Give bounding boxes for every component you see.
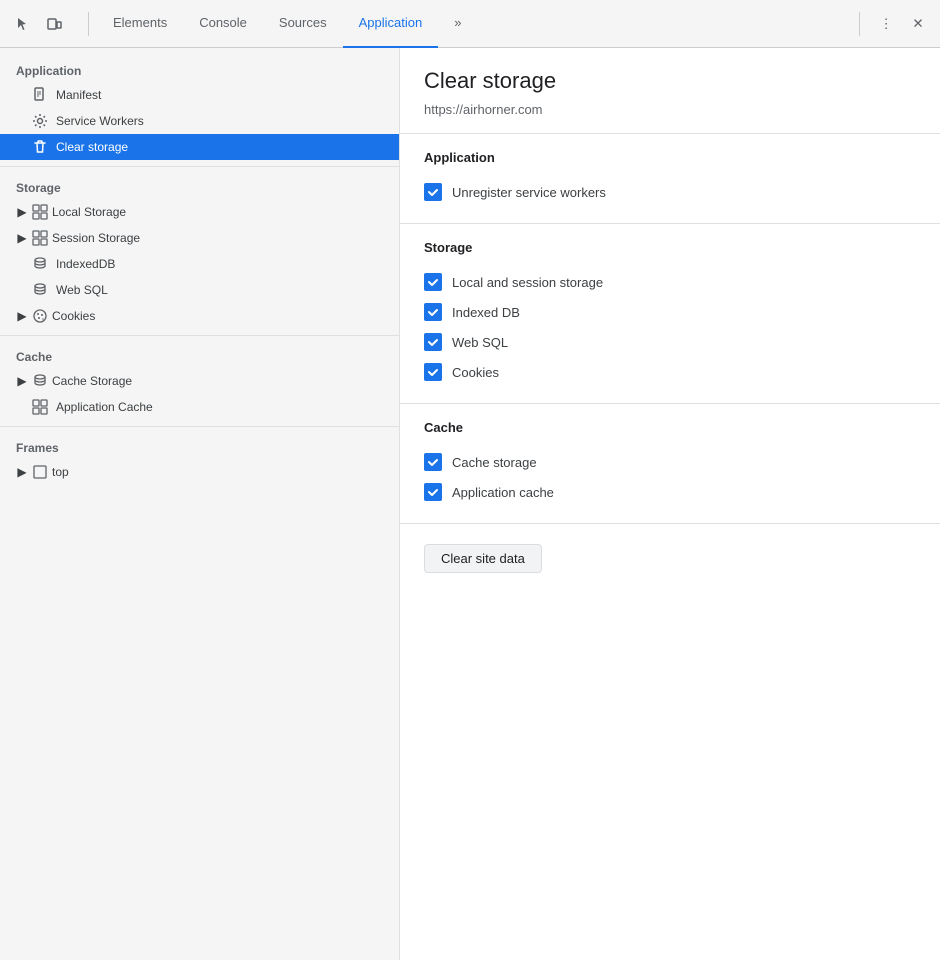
- arrow-icon-cache: ▶: [16, 375, 28, 387]
- sidebar-divider-3: [0, 426, 399, 427]
- tab-bar: Elements Console Sources Application »: [97, 0, 851, 48]
- checkbox-row-cache-storage: Cache storage: [424, 447, 916, 477]
- close-button[interactable]: ✕: [904, 10, 932, 38]
- checkbox-row-app-cache: Application cache: [424, 477, 916, 507]
- checkbox-row-cookies: Cookies: [424, 357, 916, 387]
- clear-site-data-button[interactable]: Clear site data: [424, 544, 542, 573]
- sidebar-section-application-label: Application: [0, 56, 399, 82]
- page-title: Clear storage: [424, 68, 916, 94]
- db-icon-indexed: [32, 256, 48, 272]
- checkbox-unregister-sw[interactable]: [424, 183, 442, 201]
- sidebar-item-manifest[interactable]: Manifest: [0, 82, 399, 108]
- content-panel: Clear storage https://airhorner.com Appl…: [400, 48, 940, 960]
- content-section-application: Application Unregister service workers: [400, 134, 940, 224]
- checkbox-label-local-session: Local and session storage: [452, 275, 603, 290]
- trash-icon: [32, 139, 48, 155]
- checkbox-cache-storage[interactable]: [424, 453, 442, 471]
- sidebar-item-app-cache[interactable]: Application Cache: [0, 394, 399, 420]
- sidebar-item-clear-storage[interactable]: Clear storage: [0, 134, 399, 160]
- cursor-icon: [14, 16, 30, 32]
- toolbar-end: ⋮ ✕: [851, 10, 932, 38]
- checkbox-label-web-sql: Web SQL: [452, 335, 508, 350]
- sidebar-item-session-storage[interactable]: ▶ Session Storage: [0, 225, 399, 251]
- arrow-icon-top: ▶: [16, 466, 28, 478]
- checkbox-label-indexed-db: Indexed DB: [452, 305, 520, 320]
- toolbar-divider: [88, 12, 89, 36]
- main: Application Manifest Service: [0, 48, 940, 960]
- checkbox-web-sql[interactable]: [424, 333, 442, 351]
- tab-elements[interactable]: Elements: [97, 0, 183, 48]
- sidebar-item-cookies[interactable]: ▶ Cookies: [0, 303, 399, 329]
- content-section-storage: Storage Local and session storage Indexe…: [400, 224, 940, 404]
- sidebar-item-cache-storage[interactable]: ▶ Cache Storage: [0, 368, 399, 394]
- frame-icon: [32, 464, 48, 480]
- checkbox-cookies[interactable]: [424, 363, 442, 381]
- checkbox-row-unregister-sw: Unregister service workers: [424, 177, 916, 207]
- arrow-icon-session: ▶: [16, 232, 28, 244]
- content-header: Clear storage https://airhorner.com: [400, 48, 940, 134]
- device-icon: [46, 16, 62, 32]
- checkbox-label-cookies: Cookies: [452, 365, 499, 380]
- sidebar-divider-2: [0, 335, 399, 336]
- grid-icon-local: [32, 204, 48, 220]
- sidebar-section-cache-label: Cache: [0, 342, 399, 368]
- section-title-application: Application: [424, 150, 916, 165]
- cursor-icon-button[interactable]: [8, 10, 36, 38]
- sidebar-section-frames-label: Frames: [0, 433, 399, 459]
- checkbox-row-web-sql: Web SQL: [424, 327, 916, 357]
- db-icon-cache: [32, 373, 48, 389]
- checkbox-label-cache-storage: Cache storage: [452, 455, 537, 470]
- file-icon: [32, 87, 48, 103]
- section-title-storage: Storage: [424, 240, 916, 255]
- sidebar-section-storage-label: Storage: [0, 173, 399, 199]
- toolbar-end-divider: [859, 12, 860, 36]
- content-url: https://airhorner.com: [424, 102, 916, 117]
- arrow-icon-cookies: ▶: [16, 310, 28, 322]
- sidebar-item-indexeddb[interactable]: IndexedDB: [0, 251, 399, 277]
- sidebar-divider-1: [0, 166, 399, 167]
- sidebar-item-local-storage[interactable]: ▶ Local Storage: [0, 199, 399, 225]
- arrow-icon: ▶: [16, 206, 28, 218]
- sidebar: Application Manifest Service: [0, 48, 400, 960]
- tab-more[interactable]: »: [438, 0, 477, 48]
- device-icon-button[interactable]: [40, 10, 68, 38]
- gear-icon: [32, 113, 48, 129]
- toolbar-left-icons: [8, 10, 68, 38]
- checkbox-row-local-session: Local and session storage: [424, 267, 916, 297]
- sidebar-item-service-workers[interactable]: Service Workers: [0, 108, 399, 134]
- db-icon-websql: [32, 282, 48, 298]
- checkbox-local-session[interactable]: [424, 273, 442, 291]
- grid-icon-session: [32, 230, 48, 246]
- sidebar-item-web-sql[interactable]: Web SQL: [0, 277, 399, 303]
- content-section-cache: Cache Cache storage Application cache: [400, 404, 940, 524]
- checkbox-label-app-cache: Application cache: [452, 485, 554, 500]
- section-title-cache: Cache: [424, 420, 916, 435]
- cookie-icon: [32, 308, 48, 324]
- tab-sources[interactable]: Sources: [263, 0, 343, 48]
- checkbox-label-unregister-sw: Unregister service workers: [452, 185, 606, 200]
- checkbox-app-cache[interactable]: [424, 483, 442, 501]
- tab-console[interactable]: Console: [183, 0, 263, 48]
- checkbox-indexed-db[interactable]: [424, 303, 442, 321]
- grid-icon-appcache: [32, 399, 48, 415]
- tab-application[interactable]: Application: [343, 0, 439, 48]
- toolbar: Elements Console Sources Application » ⋮…: [0, 0, 940, 48]
- sidebar-item-top[interactable]: ▶ top: [0, 459, 399, 485]
- checkbox-row-indexed-db: Indexed DB: [424, 297, 916, 327]
- content-footer: Clear site data: [400, 524, 940, 593]
- menu-button[interactable]: ⋮: [872, 10, 900, 38]
